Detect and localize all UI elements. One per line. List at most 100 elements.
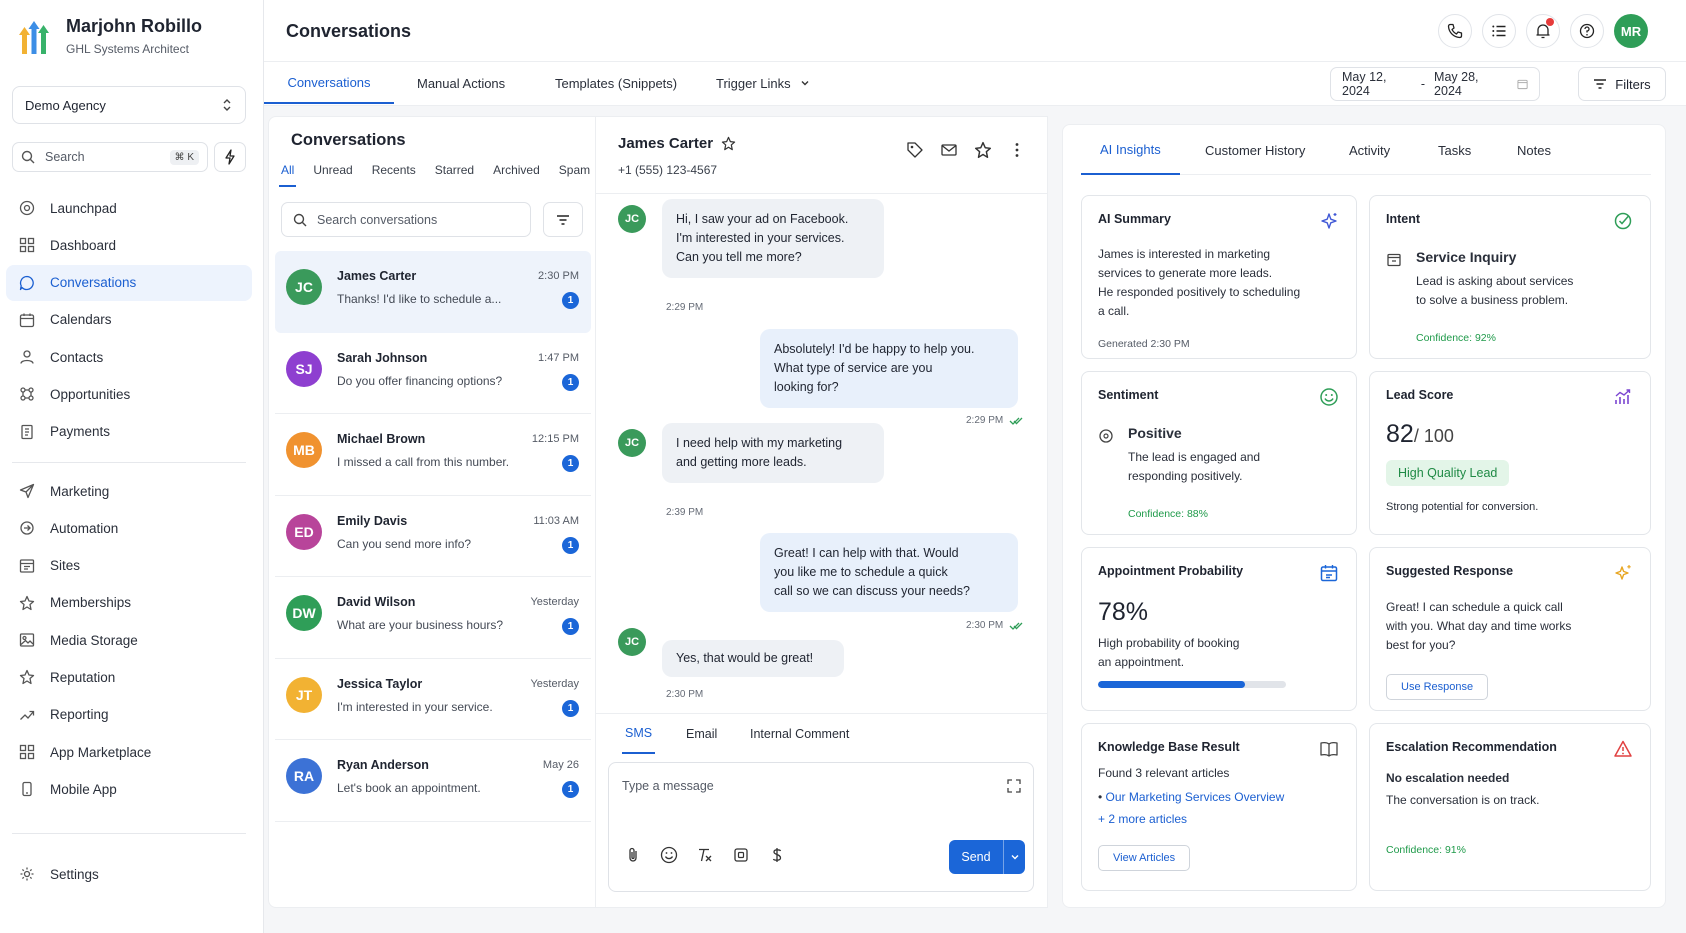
tab-internal-comment[interactable]: Internal Comment: [750, 714, 849, 754]
use-response-button[interactable]: Use Response: [1386, 674, 1489, 700]
filter-all[interactable]: All: [279, 163, 297, 187]
sidebar-item-launchpad[interactable]: Launchpad: [6, 190, 252, 226]
conversation-item[interactable]: JC James Carter 2:30 PM Thanks! I'd like…: [275, 251, 591, 333]
subtab-conversations[interactable]: Conversations: [264, 62, 394, 104]
intent-confidence: Confidence: 92%: [1416, 332, 1496, 344]
message-preview: What are your business hours?: [337, 618, 504, 632]
message-line: and getting more leads.: [676, 455, 807, 469]
conversation-item[interactable]: ED Emily Davis 11:03 AM Can you send mor…: [275, 496, 591, 577]
message-time: 2:29 PM: [966, 415, 1027, 426]
sidebar-item-conversations[interactable]: Conversations: [6, 264, 252, 301]
task-list-button[interactable]: [1482, 14, 1516, 48]
emoji-button[interactable]: [655, 841, 683, 869]
subtab-trigger-links[interactable]: Trigger Links: [716, 62, 811, 104]
sidebar-item-label: Reporting: [50, 707, 109, 723]
sidebar-search[interactable]: Search ⌘ K: [12, 142, 208, 172]
star-icon[interactable]: [974, 141, 992, 159]
bullet: •: [1098, 790, 1103, 804]
agency-name: Demo Agency: [25, 97, 106, 113]
user-avatar[interactable]: MR: [1614, 14, 1648, 48]
mail-icon[interactable]: [940, 141, 958, 159]
conversation-item[interactable]: RA Ryan Anderson May 26 Let's book an ap…: [275, 740, 591, 822]
sidebar-item-settings[interactable]: Settings: [6, 856, 252, 892]
apps-icon: [18, 743, 36, 761]
tag-icon[interactable]: [906, 141, 924, 159]
conversation-item[interactable]: DW David Wilson Yesterday What are your …: [275, 577, 591, 659]
view-articles-button[interactable]: View Articles: [1098, 845, 1191, 871]
paperclip-icon: [629, 847, 637, 862]
sparkle-icon: [1318, 210, 1340, 232]
conversation-item[interactable]: MB Michael Brown 12:15 PM I missed a cal…: [275, 414, 591, 496]
star-icon[interactable]: [721, 136, 736, 151]
filters-button[interactable]: Filters: [1578, 67, 1666, 101]
help-button[interactable]: [1570, 14, 1604, 48]
suggested-response-card: Suggested Response Great! I can schedule…: [1369, 547, 1651, 711]
quick-actions-button[interactable]: [214, 142, 246, 172]
filter-archived[interactable]: Archived: [491, 163, 542, 187]
filter-starred[interactable]: Starred: [433, 163, 476, 187]
sidebar-item-reporting[interactable]: Reporting: [6, 697, 252, 733]
sidebar-item-label: Payments: [50, 424, 111, 440]
tab-customer-history[interactable]: Customer History: [1205, 125, 1305, 175]
clear-format-button[interactable]: [691, 841, 719, 869]
conversation-search-input[interactable]: Search conversations: [281, 202, 531, 237]
subtab-templates[interactable]: Templates (Snippets): [555, 62, 677, 104]
lead-score-value: 82/ 100: [1386, 420, 1454, 449]
search-icon: [21, 150, 35, 164]
sidebar-item-memberships[interactable]: Memberships: [6, 585, 252, 621]
suggested-line: Great! I can schedule a quick call: [1386, 600, 1563, 614]
chevron-down-icon: [801, 81, 809, 86]
conversation-filter-button[interactable]: [543, 202, 583, 237]
filter-recents[interactable]: Recents: [370, 163, 418, 187]
conversation-item[interactable]: SJ Sarah Johnson 1:47 PM Do you offer fi…: [275, 333, 591, 414]
message-time-text: 2:29 PM: [666, 302, 704, 313]
filter-spam[interactable]: Spam: [557, 163, 592, 187]
sidebar-item-marketing[interactable]: Marketing: [6, 473, 252, 509]
sidebar-item-media-storage[interactable]: Media Storage: [6, 622, 252, 658]
tab-ai-insights[interactable]: AI Insights: [1081, 125, 1180, 175]
tab-sms[interactable]: SMS: [622, 714, 656, 754]
summary-text: James is interested in marketing service…: [1098, 245, 1300, 321]
attach-button[interactable]: [619, 841, 647, 869]
tab-notes[interactable]: Notes: [1517, 125, 1551, 175]
expand-icon[interactable]: [1007, 779, 1021, 793]
sidebar-item-sites[interactable]: Sites: [6, 548, 252, 584]
avatar: SJ: [286, 350, 322, 387]
tab-email[interactable]: Email: [686, 714, 717, 754]
sidebar-item-label: Calendars: [50, 312, 112, 328]
knowledge-article-link[interactable]: Our Marketing Services Overview: [1106, 790, 1285, 804]
phone-button[interactable]: [1438, 14, 1472, 48]
sidebar-item-opportunities[interactable]: Opportunities: [6, 376, 252, 412]
message-composer[interactable]: Type a message Send: [608, 762, 1034, 892]
double-check-icon: [1009, 622, 1023, 630]
sidebar-item-calendars[interactable]: Calendars: [6, 302, 252, 338]
agency-switcher[interactable]: Demo Agency: [12, 86, 246, 124]
tab-activity[interactable]: Activity: [1349, 125, 1390, 175]
suggested-line: with you. What day and time works: [1386, 619, 1572, 633]
sidebar-item-reputation[interactable]: Reputation: [6, 659, 252, 695]
payment-link-button[interactable]: [763, 841, 791, 869]
filter-unread[interactable]: Unread: [311, 163, 354, 187]
appointment-description: High probability of booking an appointme…: [1098, 634, 1239, 672]
sidebar-item-dashboard[interactable]: Dashboard: [6, 227, 252, 263]
snippet-button[interactable]: [727, 841, 755, 869]
lead-score-card: Lead Score 82/ 100 High Quality Lead Str…: [1369, 371, 1651, 535]
card-title: Sentiment: [1098, 388, 1159, 402]
date-range-picker[interactable]: May 12, 2024 - May 28, 2024: [1330, 67, 1540, 101]
sidebar-item-automation[interactable]: Automation: [6, 510, 252, 546]
tab-tasks[interactable]: Tasks: [1438, 125, 1471, 175]
lead-score-number: 82: [1386, 420, 1414, 448]
more-vertical-icon[interactable]: [1008, 141, 1026, 159]
more-articles-link[interactable]: + 2 more articles: [1098, 810, 1187, 829]
emoji-icon: [660, 846, 678, 864]
sidebar-item-mobile-app[interactable]: Mobile App: [6, 771, 252, 807]
message-time: 2:39 PM: [666, 507, 703, 518]
sidebar-item-contacts[interactable]: Contacts: [6, 339, 252, 375]
sidebar-item-payments[interactable]: Payments: [6, 414, 252, 450]
conversation-item[interactable]: JT Jessica Taylor Yesterday I'm interest…: [275, 659, 591, 740]
notifications-button[interactable]: [1526, 14, 1560, 48]
subtab-manual-actions[interactable]: Manual Actions: [417, 62, 505, 104]
send-options-button[interactable]: [1003, 840, 1025, 874]
send-button[interactable]: Send: [949, 840, 1025, 874]
sidebar-item-app-marketplace[interactable]: App Marketplace: [6, 734, 252, 770]
